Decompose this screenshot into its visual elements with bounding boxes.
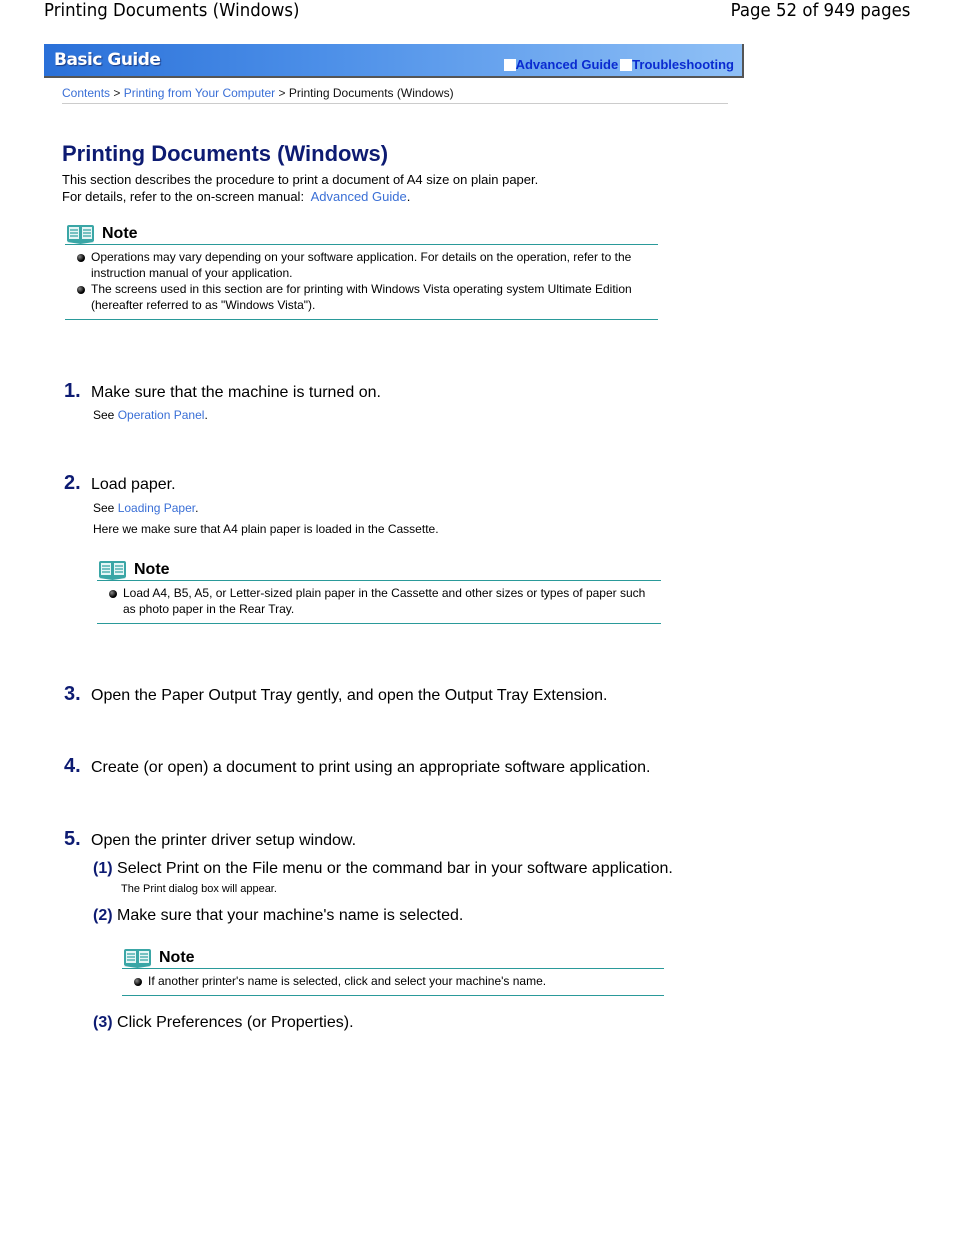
troubleshooting-link[interactable]: Troubleshooting — [620, 57, 734, 72]
note-box: Note If another printer's name is select… — [122, 944, 664, 996]
note-title: Note — [134, 561, 170, 578]
page-title: Printing Documents (Windows) — [62, 141, 389, 166]
banner-title: Basic Guide — [54, 50, 161, 70]
intro-line-1: This section describes the procedure to … — [62, 172, 539, 187]
step-2: 2. Load paper. — [64, 472, 176, 495]
step-2-see: See Loading Paper. — [93, 501, 198, 515]
round-bullet-icon — [109, 590, 117, 598]
square-icon — [620, 58, 633, 71]
step-number: 2. — [64, 472, 81, 494]
step-text: Create (or open) a document to print usi… — [91, 759, 651, 776]
substep-text: Make sure that your machine's name is se… — [117, 907, 464, 924]
intro-prefix: For details, refer to the on-screen manu… — [62, 189, 305, 204]
loading-paper-link[interactable]: Loading Paper — [118, 501, 195, 515]
step-number: 1. — [64, 380, 81, 402]
note-body: Operations may vary depending on your so… — [65, 245, 658, 320]
substep-1: (1) Select Print on the File menu or the… — [93, 860, 673, 878]
round-bullet-icon — [134, 978, 142, 986]
note-header: Note — [65, 220, 658, 245]
step-4: 4. Create (or open) a document to print u… — [64, 755, 650, 778]
step-number: 3. — [64, 683, 81, 705]
note-item-text: Operations may vary depending on your so… — [91, 250, 632, 280]
step-5: 5. Open the printer driver setup window. — [64, 828, 356, 851]
step-text: Open the Paper Output Tray gently, and o… — [91, 687, 608, 704]
see-prefix: See — [93, 408, 115, 422]
intro-text: This section describes the procedure to … — [62, 171, 538, 205]
breadcrumb-contents[interactable]: Contents — [62, 86, 110, 100]
banner-nav: Advanced Guide Troubleshooting — [503, 57, 734, 72]
substep-number: (3) — [93, 1014, 113, 1031]
note-item-text: The screens used in this section are for… — [91, 282, 632, 312]
note-header: Note — [97, 556, 661, 581]
step-1-see: See Operation Panel. — [93, 408, 208, 422]
open-book-icon — [67, 225, 94, 244]
note-title: Note — [159, 949, 195, 966]
intro-suffix: . — [406, 189, 411, 204]
note-item-text: If another printer's name is selected, c… — [148, 974, 547, 988]
operation-panel-link[interactable]: Operation Panel — [118, 408, 205, 422]
note-item: The screens used in this section are for… — [77, 281, 658, 313]
note-box: Note Load A4, B5, A5, or Letter-sized pl… — [97, 556, 661, 624]
substep-number: (1) — [93, 860, 113, 877]
intro-advanced-guide-link[interactable]: Advanced Guide — [311, 189, 407, 204]
breadcrumb-separator: > — [113, 86, 121, 100]
pdf-document-title: Printing Documents (Windows) — [44, 0, 300, 21]
substep-1-detail: The Print dialog box will appear. — [121, 883, 277, 895]
note-header: Note — [122, 944, 664, 969]
see-prefix: See — [93, 501, 115, 515]
substep-text: Click Preferences (or Properties). — [117, 1014, 354, 1031]
round-bullet-icon — [77, 286, 85, 294]
note-item-text: Load A4, B5, A5, or Letter-sized plain p… — [123, 586, 646, 616]
step-1: 1. Make sure that the machine is turned o… — [64, 380, 381, 403]
breadcrumb-current: Printing Documents (Windows) — [288, 86, 454, 100]
note-item: Operations may vary depending on your so… — [77, 249, 658, 281]
substep-2: (2) Make sure that your machine's name i… — [93, 907, 463, 925]
step-number: 4. — [64, 755, 81, 777]
note-item: Load A4, B5, A5, or Letter-sized plain p… — [109, 585, 661, 617]
step-3: 3. Open the Paper Output Tray gently, and… — [64, 683, 607, 706]
square-icon — [503, 58, 516, 71]
open-book-icon — [124, 949, 151, 968]
note-body: Load A4, B5, A5, or Letter-sized plain p… — [97, 581, 661, 624]
note-title: Note — [102, 225, 138, 242]
step-text: Open the printer driver setup window. — [91, 832, 357, 849]
see-suffix: . — [204, 408, 208, 422]
substep-text: Select Print on the File menu or the com… — [117, 860, 673, 877]
advanced-guide-label: Advanced Guide — [515, 57, 619, 72]
breadcrumb-printing-from-computer[interactable]: Printing from Your Computer — [124, 86, 275, 100]
open-book-icon — [99, 561, 126, 580]
guide-banner: Basic Guide Advanced Guide Troubleshooti… — [44, 44, 744, 78]
note-box: Note Operations may vary depending on yo… — [65, 220, 658, 320]
note-item: If another printer's name is selected, c… — [134, 973, 664, 989]
breadcrumb-separator: > — [278, 86, 286, 100]
round-bullet-icon — [77, 254, 85, 262]
step-2-extra: Here we make sure that A4 plain paper is… — [93, 522, 439, 536]
see-suffix: . — [195, 501, 199, 515]
troubleshooting-label: Troubleshooting — [632, 57, 734, 72]
substep-3: (3) Click Preferences (or Properties). — [93, 1014, 354, 1032]
note-body: If another printer's name is selected, c… — [122, 969, 664, 996]
step-text: Load paper. — [91, 476, 176, 493]
intro-line-2: For details, refer to the on-screen manu… — [62, 188, 538, 205]
substep-number: (2) — [93, 907, 113, 924]
step-text: Make sure that the machine is turned on. — [91, 384, 381, 401]
step-number: 5. — [64, 828, 81, 850]
advanced-guide-link[interactable]: Advanced Guide — [503, 57, 619, 72]
pdf-page-indicator: Page 52 of 949 pages — [730, 0, 910, 21]
breadcrumb: Contents > Printing from Your Computer >… — [62, 86, 728, 104]
